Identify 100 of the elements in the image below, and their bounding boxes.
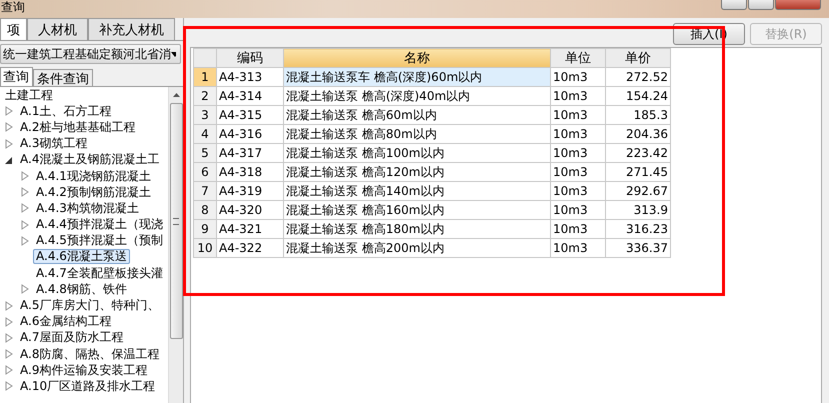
query-tab[interactable]: 查询	[0, 67, 33, 86]
row-number[interactable]: 6	[194, 162, 216, 182]
table-cell: 10m3	[550, 238, 606, 258]
table-cell: 混凝土输送泵 檐高180m以内	[284, 220, 550, 238]
collapsed-triangle-icon[interactable]	[4, 316, 14, 327]
row-number[interactable]: 5	[194, 144, 216, 162]
collapsed-triangle-icon[interactable]	[20, 284, 30, 294]
maximize-button[interactable]	[748, 0, 774, 10]
tree-item[interactable]: A.4.8钢筋、铁件	[33, 282, 130, 297]
table-cell: 10m3	[550, 200, 606, 220]
table-cell: 混凝土输送泵 檐高60m以内	[284, 106, 550, 124]
table-cell: 10m3	[550, 162, 606, 182]
table-cell: 272.52	[606, 68, 670, 86]
table-cell: 混凝土输送泵车 檐高(深度)60m以内	[284, 68, 550, 86]
table-cell: A4-322	[216, 238, 284, 258]
table-cell: A4-318	[216, 162, 284, 182]
tab[interactable]: 补充人材机	[88, 18, 175, 40]
collapsed-triangle-icon[interactable]	[20, 236, 30, 246]
collapsed-triangle-icon[interactable]	[4, 349, 14, 360]
collapsed-triangle-icon[interactable]	[20, 220, 30, 230]
table-cell: A4-321	[216, 220, 284, 238]
tree-item[interactable]: A.4.4预拌混凝土（现浇	[33, 217, 166, 232]
table-cell: A4-314	[216, 86, 284, 106]
table-cell: A4-315	[216, 106, 284, 124]
table-cell: 10m3	[550, 124, 606, 144]
tree-item[interactable]: A.10厂区道路及排水工程	[17, 378, 158, 394]
tree-item[interactable]: A.7屋面及防水工程	[17, 330, 126, 346]
quota-dropdown[interactable]: 统一建筑工程基础定额河北省消	[0, 44, 181, 64]
table-cell: 10m3	[550, 68, 606, 86]
query-tab[interactable]: 条件查询	[33, 69, 93, 86]
table-cell: 混凝土输送泵 檐高160m以内	[284, 200, 550, 220]
table-cell: 223.42	[606, 144, 670, 162]
tree-item[interactable]: A.4混凝土及钢筋混凝土工	[17, 152, 162, 168]
row-number[interactable]: 9	[194, 220, 216, 238]
table-cell: 336.37	[606, 238, 670, 258]
collapsed-triangle-icon[interactable]	[4, 332, 14, 343]
row-number[interactable]: 1	[194, 68, 216, 86]
collapsed-triangle-icon[interactable]	[4, 381, 14, 392]
collapsed-triangle-icon[interactable]	[4, 138, 14, 149]
table-cell: A4-320	[216, 200, 284, 220]
table-cell: 混凝土输送泵 檐高100m以内	[284, 144, 550, 162]
tab[interactable]: 人材机	[27, 18, 88, 40]
table-cell: A4-319	[216, 182, 284, 200]
table-cell: 10m3	[550, 106, 606, 124]
table-corner	[194, 48, 216, 68]
table-cell: 混凝土输送泵 檐高120m以内	[284, 162, 550, 182]
table-cell: 271.45	[606, 162, 670, 182]
table-cell: 292.67	[606, 182, 670, 200]
tree-item[interactable]: A.4.1现浇钢筋混凝土	[33, 168, 154, 184]
tree-item[interactable]: A.8防腐、隔热、保温工程	[17, 346, 162, 362]
column-header[interactable]: 编码	[216, 48, 284, 68]
tree-item[interactable]: A.1土、石方工程	[17, 104, 114, 119]
collapsed-triangle-icon[interactable]	[4, 106, 14, 116]
tree-item[interactable]: A.4.3构筑物混凝土	[33, 200, 142, 216]
tree-item[interactable]: A.4.2预制钢筋混凝土	[33, 184, 154, 200]
table-cell: 185.3	[606, 106, 670, 124]
collapsed-triangle-icon[interactable]	[4, 365, 14, 376]
expanded-triangle-icon[interactable]	[4, 154, 14, 165]
row-number[interactable]: 8	[194, 200, 216, 220]
tree-item[interactable]: A.9构件运输及安装工程	[17, 362, 150, 378]
column-header[interactable]: 单位	[550, 48, 606, 68]
scroll-thumb[interactable]	[170, 103, 182, 339]
tab[interactable]: 项	[0, 18, 27, 40]
table-cell: 混凝土输送泵 檐高80m以内	[284, 124, 550, 144]
tree-item[interactable]: A.4.7全装配壁板接头灌	[33, 266, 166, 281]
row-number[interactable]: 2	[194, 86, 216, 106]
table-cell: 316.23	[606, 220, 670, 238]
collapsed-triangle-icon[interactable]	[4, 122, 14, 132]
scroll-up-icon[interactable]	[172, 93, 180, 97]
table-cell: A4-316	[216, 124, 284, 144]
collapsed-triangle-icon[interactable]	[20, 203, 30, 214]
table-cell: 313.9	[606, 200, 670, 220]
tree-item[interactable]: A.5厂库房大门、特种门、	[17, 298, 162, 314]
window-title: 查询	[1, 0, 25, 14]
tree-item[interactable]: A.4.5预拌混凝土（预制	[33, 233, 166, 248]
row-number[interactable]: 3	[194, 106, 216, 124]
table-cell: 10m3	[550, 86, 606, 106]
row-number[interactable]: 10	[194, 238, 216, 258]
table-cell: 混凝土输送泵 檐高(深度)40m以内	[284, 86, 550, 106]
collapsed-triangle-icon[interactable]	[20, 187, 30, 198]
tree-item[interactable]: 土建工程	[2, 88, 56, 103]
table-cell: 10m3	[550, 182, 606, 200]
dropdown-arrow-icon	[171, 52, 176, 56]
column-header[interactable]: 名称	[284, 48, 550, 68]
close-button[interactable]	[775, 0, 821, 10]
scrollbar[interactable]	[168, 87, 183, 403]
minimize-button[interactable]	[721, 0, 747, 10]
tree-item[interactable]: A.3砌筑工程	[17, 136, 90, 152]
collapsed-triangle-icon[interactable]	[20, 171, 30, 182]
tree-item[interactable]: A.4.6混凝土泵送	[33, 249, 130, 264]
row-number[interactable]: 4	[194, 124, 216, 144]
table-cell: 204.36	[606, 124, 670, 144]
table-cell: 154.24	[606, 86, 670, 106]
row-number[interactable]: 7	[194, 182, 216, 200]
tree-item[interactable]: A.2桩与地基基础工程	[17, 120, 138, 135]
table-cell: A4-317	[216, 144, 284, 162]
tree-item[interactable]: A.6金属结构工程	[17, 314, 114, 330]
table-cell: 混凝土输送泵 檐高200m以内	[284, 238, 550, 258]
column-header[interactable]: 单价	[606, 48, 670, 68]
collapsed-triangle-icon[interactable]	[4, 300, 14, 311]
